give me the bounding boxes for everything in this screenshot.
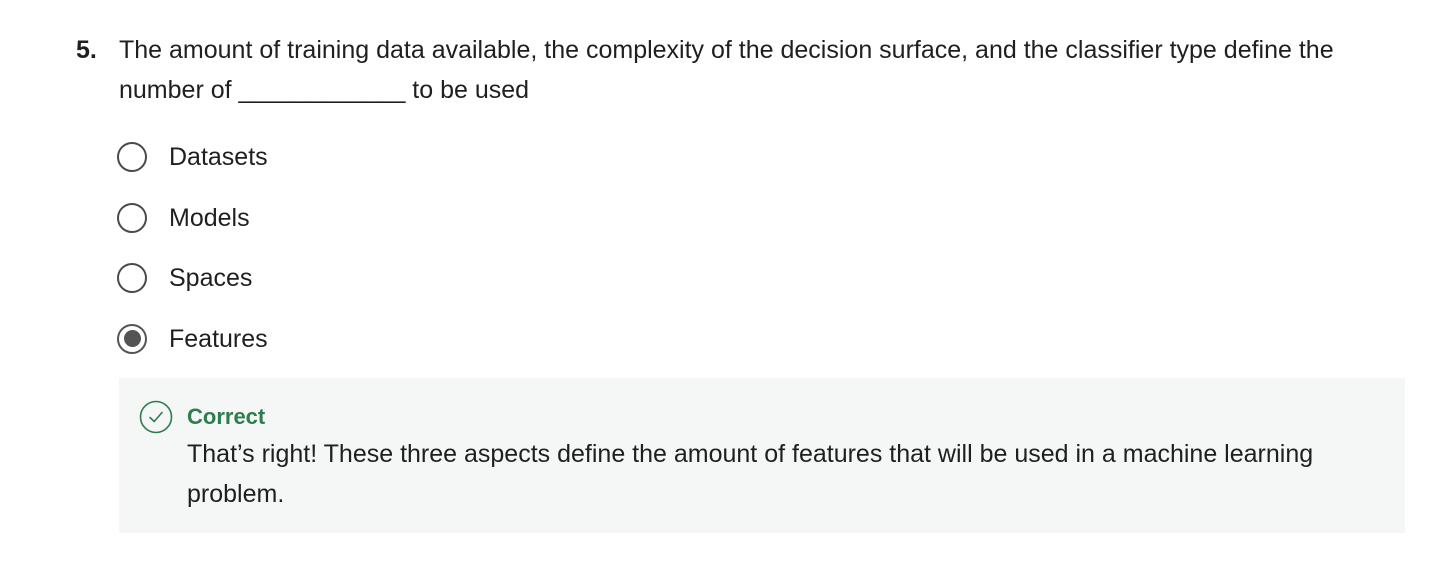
radio-button[interactable] — [117, 142, 147, 172]
option-label: Features — [169, 324, 268, 353]
option-models[interactable]: Models — [117, 198, 268, 259]
feedback-text: That’s right! These three aspects define… — [187, 440, 1314, 508]
answer-options: Datasets Models Spaces Features — [117, 137, 268, 379]
option-label: Spaces — [169, 264, 253, 292]
question-number: 5. — [76, 36, 97, 64]
question-text: The amount of training data available, t… — [119, 36, 1341, 104]
radio-button[interactable] — [117, 263, 147, 293]
option-spaces[interactable]: Spaces — [117, 258, 268, 319]
option-datasets[interactable]: Datasets — [117, 137, 268, 198]
option-label: Datasets — [169, 143, 268, 171]
option-features[interactable]: Features — [117, 319, 268, 380]
check-circle-icon — [139, 400, 173, 434]
radio-button[interactable] — [117, 202, 147, 233]
option-label: Models — [169, 203, 250, 232]
feedback-status: Correct — [187, 404, 266, 429]
feedback-panel: Correct That’s right! These three aspect… — [119, 378, 1405, 533]
radio-button-selected[interactable] — [117, 323, 147, 354]
